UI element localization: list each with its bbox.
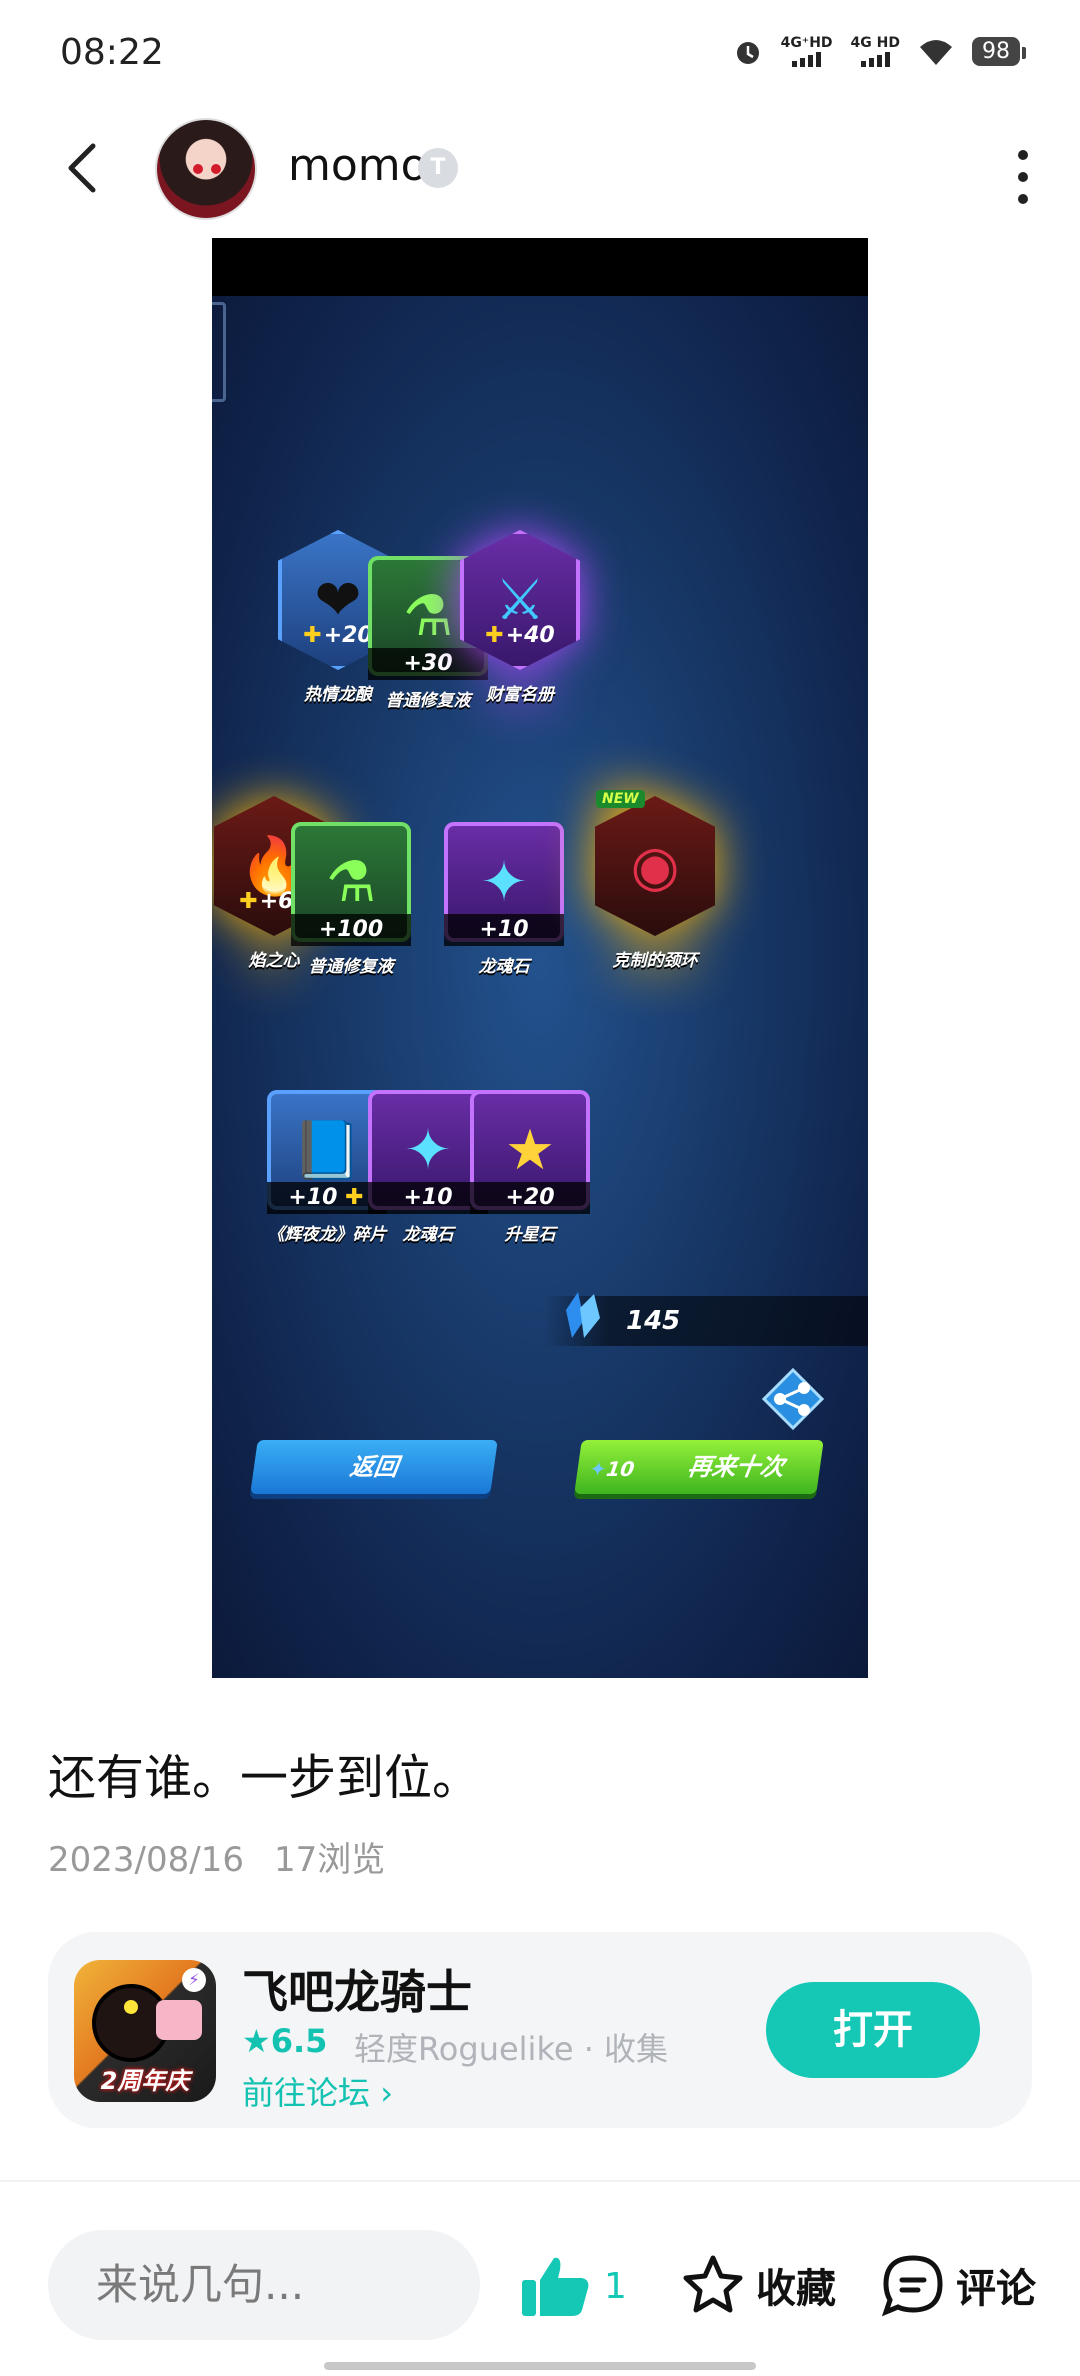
book-icon: 📘	[292, 1118, 362, 1183]
status-time: 08:22	[60, 32, 164, 73]
puzzle-icon: ✚	[337, 1185, 364, 1210]
back-arrow-icon[interactable]	[55, 138, 115, 198]
post-date: 2023/08/16	[48, 1840, 244, 1880]
chevron-right-icon: ›	[370, 2074, 393, 2112]
wifi-icon	[920, 39, 952, 65]
puzzle-icon: ✚	[303, 623, 322, 648]
alarm-icon	[736, 41, 759, 64]
potion-icon: ⚗	[402, 583, 454, 649]
reward-item: ⚗ +100 普通修复液	[286, 822, 416, 977]
post-header: momo T	[0, 110, 1080, 230]
reward-item: ⚔ ✚+40 财富名册	[455, 530, 585, 705]
post-image[interactable]: ❤ ✚+20 热情龙酿 ⚗ +30 普通修复液 ⚔ ✚+40 财富名册 🔥 ✚+…	[212, 238, 868, 1678]
app-rating: ★6.5	[242, 2022, 328, 2060]
app-icon-banner: 2周年庆	[100, 2067, 190, 2095]
new-tag: NEW	[596, 790, 645, 808]
image-side-tab	[212, 302, 226, 402]
app-tags: 轻度Roguelike · 收集	[354, 2030, 669, 2068]
favorite-button[interactable]: 收藏	[680, 2252, 836, 2318]
reward-name: 克制的颈环	[612, 951, 698, 971]
more-vertical-icon[interactable]	[1016, 150, 1030, 204]
signal-icon: 4G⁺HD	[781, 36, 833, 67]
user-level-badge: T	[418, 148, 458, 188]
open-app-button[interactable]: 打开	[766, 1982, 980, 2078]
thumbs-up-icon	[522, 2257, 589, 2316]
comment-input[interactable]: 来说几句...	[48, 2230, 480, 2340]
reward-frame: ◉	[595, 796, 715, 936]
potion-icon: ⚗	[325, 849, 377, 915]
comment-label: 评论	[956, 2266, 1036, 2312]
signal-icon: 4G HD	[851, 36, 900, 67]
reward-name: 升星石	[504, 1225, 556, 1245]
avatar[interactable]	[155, 118, 257, 220]
reward-name: 普通修复液	[308, 957, 394, 977]
crystal-icon	[566, 1292, 600, 1338]
star-stone-icon: ★	[504, 1117, 556, 1183]
app-icon[interactable]: ⚡ 2周年庆	[74, 1960, 216, 2102]
reward-name: 财富名册	[486, 685, 554, 705]
star-outline-icon	[683, 2255, 743, 2313]
reward-frame: ✦ +10	[444, 822, 564, 946]
post-meta: 2023/08/16 17浏览	[48, 1832, 385, 1881]
app-card[interactable]: ⚡ 2周年庆 飞吧龙骑士 ★6.5 轻度Roguelike · 收集 前往论坛 …	[48, 1932, 1032, 2128]
like-count: 1	[604, 2265, 627, 2307]
reward-frame: ⚗ +100	[291, 822, 411, 946]
comment-button[interactable]: 评论	[880, 2252, 1036, 2318]
comment-icon	[881, 2255, 943, 2317]
collar-icon: ◉	[630, 833, 680, 899]
forum-link[interactable]: 前往论坛 ›	[242, 2068, 393, 2114]
crystal-count: 145	[626, 1306, 681, 1336]
post-text: 还有谁。一步到位。	[48, 1750, 481, 1806]
bottom-action-bar: 来说几句... 1 收藏 评论	[0, 2182, 1080, 2376]
username[interactable]: momo	[288, 140, 428, 191]
draw-again-button[interactable]: ✦10 再来十次	[574, 1440, 824, 1494]
star-icon: ★	[242, 2022, 271, 2060]
draw-again-label: 再来十次	[686, 1453, 786, 1481]
image-top-bar	[212, 238, 868, 296]
reward-name: 龙魂石	[478, 957, 530, 977]
network-label-2: 4G HD	[850, 35, 900, 51]
favorite-label: 收藏	[756, 2266, 836, 2312]
reward-item: ★ +20 升星石	[465, 1090, 595, 1245]
crystal-balance: 145	[544, 1292, 868, 1346]
share-icon[interactable]	[760, 1366, 826, 1432]
status-bar: 08:22 4G⁺HD 4G HD 98	[0, 0, 1080, 110]
like-button[interactable]: 1	[520, 2254, 627, 2318]
battery-icon: 98	[972, 37, 1026, 66]
home-indicator[interactable]	[324, 2362, 756, 2370]
reward-frame: ★ +20	[470, 1090, 590, 1214]
draw-cost: ✦10	[588, 1457, 637, 1481]
network-label-1: 4G⁺HD	[780, 35, 833, 51]
app-name[interactable]: 飞吧龙骑士	[242, 1956, 472, 2022]
dragon-soul-stone-icon: ✦	[404, 1117, 452, 1183]
game-back-button[interactable]: 返回	[250, 1440, 498, 1494]
lightning-icon: ⚡	[182, 1968, 206, 1992]
status-icons: 4G⁺HD 4G HD 98	[733, 36, 1026, 67]
post-views: 17浏览	[273, 1840, 386, 1880]
puzzle-icon: ✚	[485, 623, 504, 648]
reward-frame: ⚔ ✚+40	[460, 530, 580, 670]
puzzle-icon: ✚	[239, 889, 258, 914]
reward-item: NEW ◉ 克制的颈环	[590, 790, 720, 971]
dragon-soul-stone-icon: ✦	[480, 849, 528, 915]
reward-item: ✦ +10 龙魂石	[439, 822, 569, 977]
